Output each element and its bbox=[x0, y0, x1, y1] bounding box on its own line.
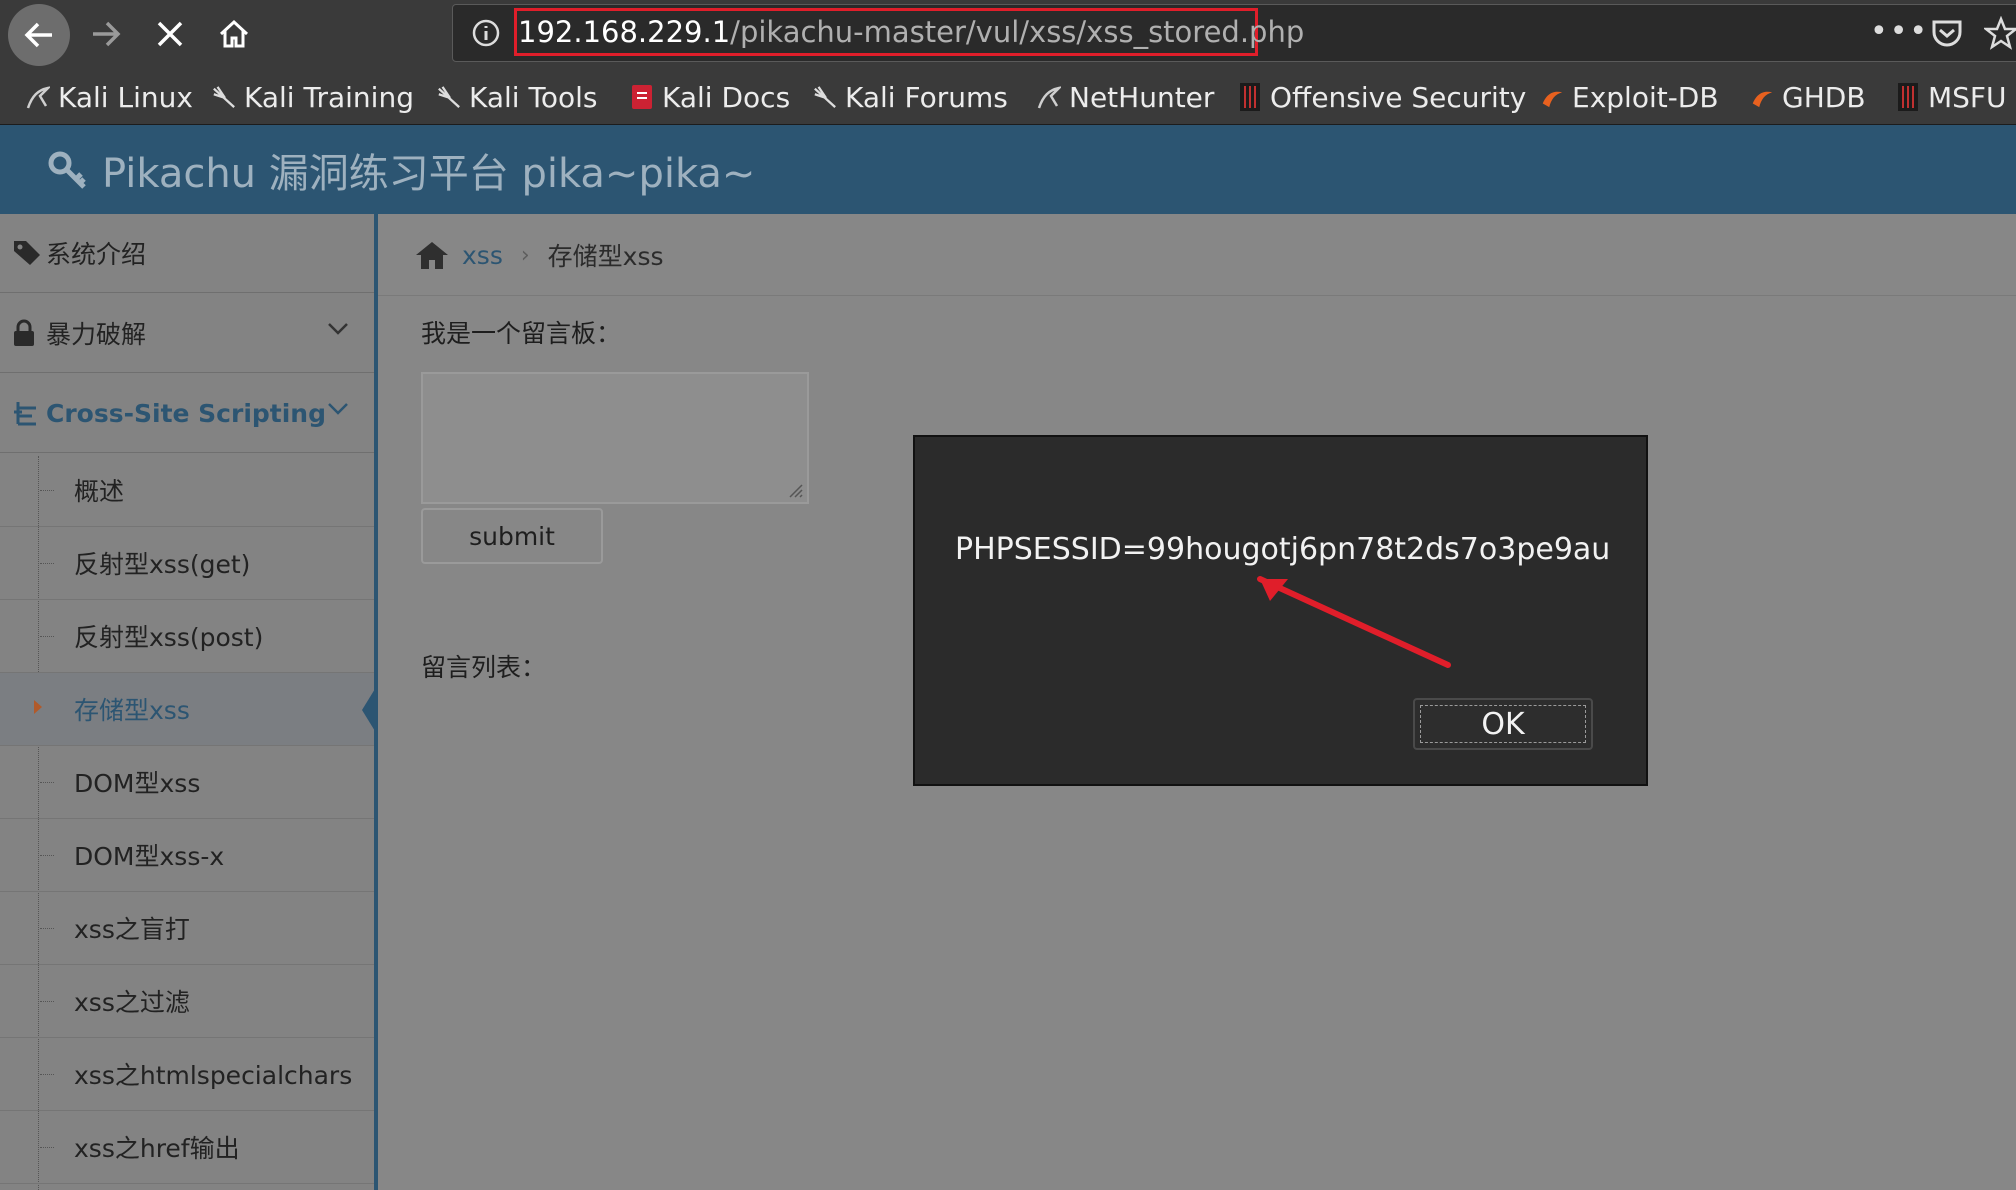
kali-docs-icon bbox=[630, 83, 654, 111]
sub-item-dom-xss-x[interactable]: DOM型xss-x bbox=[0, 819, 374, 892]
lock-icon bbox=[12, 319, 46, 347]
active-caret-icon bbox=[34, 700, 42, 714]
forward-button[interactable] bbox=[78, 6, 134, 62]
bookmark-exploit-db[interactable]: Exploit-DB bbox=[1540, 70, 1719, 124]
breadcrumb: xss › 存储型xss bbox=[414, 214, 664, 296]
app-title[interactable]: Pikachu 漏洞练习平台 pika~pika~ bbox=[46, 125, 755, 214]
kali-dragon-icon bbox=[212, 83, 236, 111]
back-button[interactable] bbox=[8, 4, 70, 66]
sitemap-icon bbox=[12, 400, 46, 426]
sub-item-stored-xss[interactable]: 存储型xss bbox=[0, 673, 374, 746]
bookmark-msfu[interactable]: MSFU bbox=[1896, 70, 2007, 124]
resize-grip-icon[interactable] bbox=[786, 481, 804, 499]
star-icon[interactable] bbox=[1984, 16, 2016, 50]
breadcrumb-separator-icon: › bbox=[520, 242, 530, 268]
exploitdb-icon bbox=[1540, 83, 1564, 111]
url-path: /pikachu-master/vul/xss/xss_stored.php bbox=[730, 15, 1305, 49]
exploitdb-icon bbox=[1750, 83, 1774, 111]
info-icon[interactable] bbox=[470, 17, 502, 49]
url-host: 192.168.229.1 bbox=[518, 15, 731, 49]
submit-button[interactable]: submit bbox=[421, 508, 603, 564]
red-arrow-annotation bbox=[1257, 576, 1451, 668]
sub-item-reflected-get[interactable]: 反射型xss(get) bbox=[0, 527, 374, 600]
nav-label: 暴力破解 bbox=[46, 320, 147, 349]
bookmark-ghdb[interactable]: GHDB bbox=[1750, 70, 1866, 124]
bookmark-kali-forums[interactable]: Kali Forums bbox=[813, 70, 1008, 124]
ok-button[interactable]: OK bbox=[1413, 698, 1593, 750]
breadcrumb-link[interactable]: xss bbox=[462, 241, 503, 270]
offsec-icon bbox=[1896, 83, 1920, 111]
offsec-icon bbox=[1238, 83, 1262, 111]
sub-item-href-output[interactable]: xss之href输出 bbox=[0, 1111, 374, 1184]
pocket-icon[interactable] bbox=[1930, 16, 1964, 50]
nav-brute-force[interactable]: 暴力破解 bbox=[0, 294, 374, 373]
chevron-down-icon bbox=[328, 403, 348, 415]
ok-button-label: OK bbox=[1420, 705, 1586, 743]
kali-dragon-icon bbox=[813, 83, 837, 111]
forward-arrow-icon bbox=[93, 21, 121, 47]
nav-cross-site-scripting[interactable]: Cross-Site Scripting bbox=[0, 374, 374, 453]
nav-label: 系统介绍 bbox=[46, 240, 147, 269]
sub-item-overview[interactable]: 概述 bbox=[0, 454, 374, 527]
sub-item-blind-xss[interactable]: xss之盲打 bbox=[0, 892, 374, 965]
url-text[interactable]: 192.168.229.1/pikachu-master/vul/xss/xss… bbox=[518, 11, 1304, 53]
message-list-label: 留言列表： bbox=[421, 653, 547, 682]
bookmark-kali-linux[interactable]: Kali Linux bbox=[26, 70, 193, 124]
app-title-text: Pikachu 漏洞练习平台 pika~pika~ bbox=[102, 150, 756, 197]
sub-item-htmlspecialchars[interactable]: xss之htmlspecialchars bbox=[0, 1038, 374, 1111]
nav-label: Cross-Site Scripting bbox=[46, 398, 327, 428]
active-indicator bbox=[362, 684, 378, 736]
kali-dragon-icon bbox=[437, 83, 461, 111]
home-button[interactable] bbox=[206, 6, 262, 62]
message-textarea[interactable] bbox=[421, 372, 809, 504]
stop-button[interactable] bbox=[142, 6, 198, 62]
bookmark-kali-training[interactable]: Kali Training bbox=[212, 70, 414, 124]
bookmark-offensive-security[interactable]: Offensive Security bbox=[1238, 70, 1526, 124]
sub-item-reflected-post[interactable]: 反射型xss(post) bbox=[0, 600, 374, 673]
alert-message: PHPSESSID=99hougotj6pn78t2ds7o3pe9au bbox=[955, 532, 1611, 567]
breadcrumb-current: 存储型xss bbox=[547, 242, 664, 271]
bookmark-nethunter[interactable]: NetHunter bbox=[1037, 70, 1214, 124]
kali-dragon-icon bbox=[1037, 83, 1061, 111]
home-icon bbox=[219, 19, 249, 48]
nav-system-intro[interactable]: 系统介绍 bbox=[0, 214, 374, 293]
sub-item-xss-filter[interactable]: xss之过滤 bbox=[0, 965, 374, 1038]
close-icon bbox=[157, 21, 183, 47]
message-board-label: 我是一个留言板： bbox=[421, 319, 622, 348]
kali-dragon-icon bbox=[26, 83, 50, 111]
bookmark-kali-docs[interactable]: Kali Docs bbox=[630, 70, 790, 124]
key-icon bbox=[48, 151, 86, 189]
bookmark-kali-tools[interactable]: Kali Tools bbox=[437, 70, 597, 124]
chevron-down-icon bbox=[328, 323, 348, 335]
back-arrow-icon bbox=[24, 22, 52, 48]
home-icon[interactable] bbox=[414, 239, 450, 271]
more-icon[interactable]: ••• bbox=[1870, 14, 1929, 49]
tags-icon bbox=[12, 239, 46, 267]
sub-item-dom-xss[interactable]: DOM型xss bbox=[0, 746, 374, 819]
